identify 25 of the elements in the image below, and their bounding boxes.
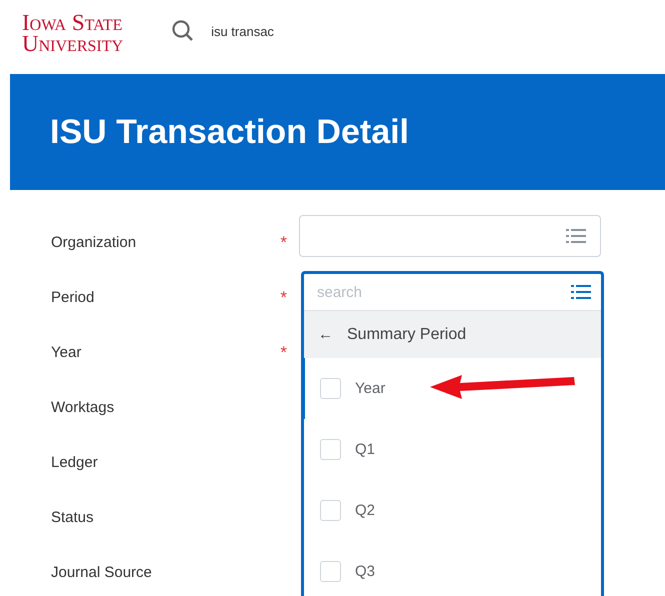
- dropdown-option[interactable]: Q2: [301, 480, 601, 541]
- field-label: Worktags: [51, 399, 114, 416]
- search-icon: [171, 19, 196, 43]
- required-mark: *: [280, 232, 287, 252]
- dropdown-option[interactable]: Q1: [301, 419, 601, 480]
- category-header[interactable]: ← Summary Period: [304, 311, 601, 358]
- field-label: Period: [51, 289, 94, 306]
- field-label: Ledger: [51, 454, 98, 471]
- field-label: Organization: [51, 234, 136, 251]
- field-label: Journal Source: [51, 564, 152, 581]
- required-mark: *: [280, 288, 287, 308]
- page-title: ISU Transaction Detail: [50, 112, 409, 152]
- field-label: Year: [51, 344, 82, 361]
- field-label: Status: [51, 509, 94, 526]
- list-icon[interactable]: [566, 228, 586, 244]
- checkbox[interactable]: [320, 439, 341, 460]
- checkbox[interactable]: [320, 561, 341, 582]
- checkbox[interactable]: [320, 378, 341, 399]
- list-icon[interactable]: [571, 284, 591, 300]
- required-mark: *: [280, 342, 287, 362]
- checkbox[interactable]: [320, 500, 341, 521]
- university-logo[interactable]: Iowa State University: [22, 12, 124, 54]
- search-field[interactable]: isu transac: [171, 19, 274, 43]
- organization-field[interactable]: [299, 215, 601, 257]
- dropdown-option[interactable]: Q3: [301, 541, 601, 596]
